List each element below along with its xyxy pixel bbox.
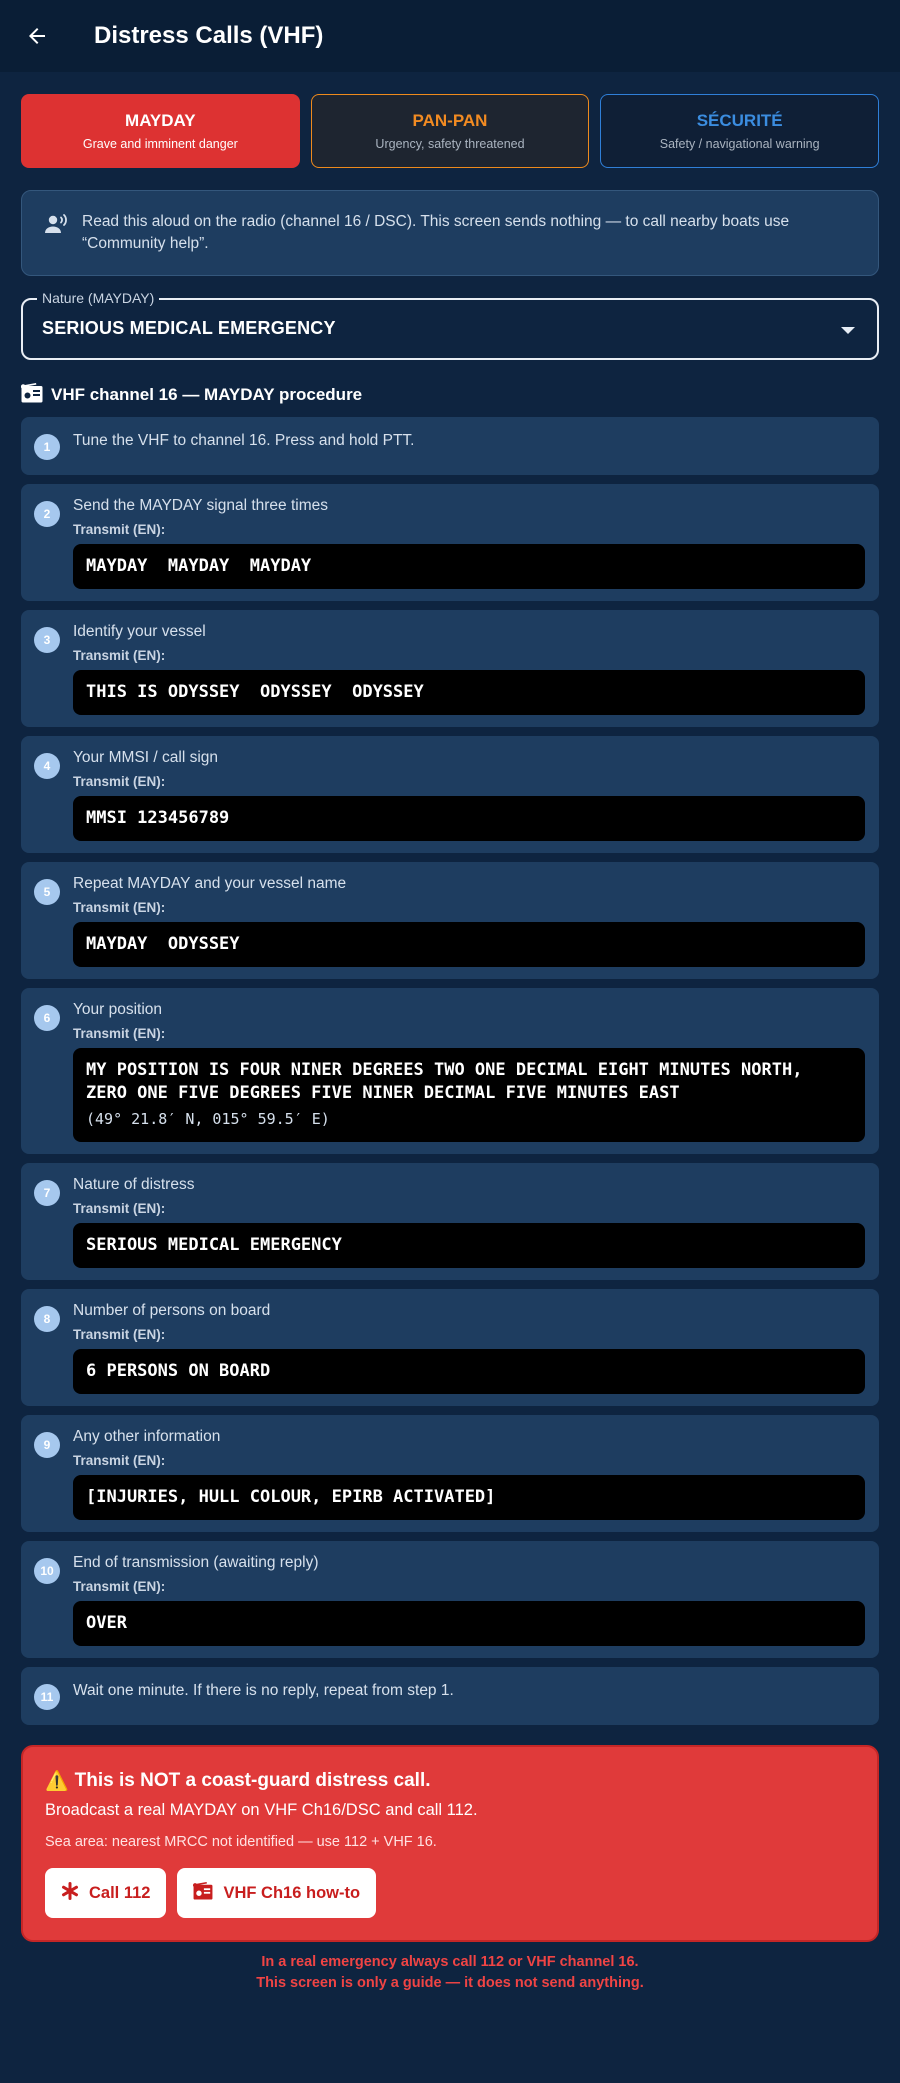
step-text: Number of persons on board — [73, 1302, 271, 1319]
securite-tab-subtitle: Safety / navigational warning — [659, 137, 820, 151]
transmit-label: Transmit (EN): — [73, 648, 166, 663]
procedure-steps: 1 Tune the VHF to channel 16. Press and … — [21, 417, 879, 1725]
step-card: 3 Identify your vessel Transmit (EN): TH… — [21, 610, 879, 727]
step-card: 4 Your MMSI / call sign Transmit (EN): M… — [21, 736, 879, 853]
step-text: Tune the VHF to channel 16. Press and ho… — [73, 432, 415, 449]
step-text: End of transmission (awaiting reply) — [73, 1554, 319, 1571]
step-number: 8 — [34, 1306, 60, 1332]
sea-area-text: Sea area: nearest MRCC not identified — … — [45, 1834, 437, 1850]
back-arrow-icon[interactable] — [22, 21, 52, 51]
mayday-tab-label: MAYDAY — [125, 111, 196, 130]
transmit-phrase: SERIOUS MEDICAL EMERGENCY — [73, 1223, 865, 1268]
transmit-label: Transmit (EN): — [73, 774, 166, 789]
step-text: Identify your vessel — [73, 623, 206, 640]
transmit-phrase: MMSI 123456789 — [73, 796, 865, 841]
position-phrase: MY POSITION IS FOUR NINER DEGREES TWO ON… — [86, 1060, 813, 1103]
transmit-label: Transmit (EN): — [73, 900, 166, 915]
transmit-label: Transmit (EN): — [73, 1026, 166, 1041]
step-number: 7 — [34, 1180, 60, 1206]
nature-dropdown-label: Nature (MAYDAY) — [37, 290, 160, 306]
step-number: 1 — [34, 434, 60, 460]
procedure-header: VHF channel 16 — MAYDAY procedure — [20, 382, 879, 408]
app-bar: Distress Calls (VHF) — [0, 0, 900, 72]
nature-dropdown[interactable]: Nature (MAYDAY) SERIOUS MEDICAL EMERGENC… — [21, 290, 879, 360]
step-number: 9 — [34, 1432, 60, 1458]
step-text: Nature of distress — [73, 1176, 195, 1193]
info-banner: Read this aloud on the radio (channel 16… — [21, 190, 879, 276]
transmit-phrase: MAYDAY MAYDAY MAYDAY — [73, 544, 865, 589]
step-text: Your position — [73, 1001, 163, 1018]
transmit-label: Transmit (EN): — [73, 522, 166, 537]
warning-alert: ⚠️ This is NOT a coast-guard distress ca… — [21, 1745, 879, 1942]
vhf-howto-button[interactable]: VHF Ch16 how-to — [177, 1868, 377, 1918]
asterisk-icon — [61, 1881, 79, 1905]
step-text: Send the MAYDAY signal three times — [73, 497, 329, 514]
alert-heading-text: This is NOT a coast-guard distress call. — [74, 1770, 431, 1791]
mayday-tab-subtitle: Grave and imminent danger — [82, 137, 238, 151]
transmit-phrase: 6 PERSONS ON BOARD — [73, 1349, 865, 1394]
chevron-down-icon — [841, 327, 855, 334]
pan-pan-tab[interactable]: PAN-PAN Urgency, safety threatened — [310, 94, 590, 168]
page-title: Distress Calls (VHF) — [94, 22, 324, 49]
transmit-label: Transmit (EN): — [73, 1201, 166, 1216]
step-card: 9 Any other information Transmit (EN): [… — [21, 1415, 879, 1532]
info-text: Read this aloud on the radio (channel 16… — [82, 213, 790, 252]
step-card: 1 Tune the VHF to channel 16. Press and … — [21, 417, 879, 475]
position-coordinates: (49° 21.8′ N, 015° 59.5′ E) — [86, 1110, 330, 1128]
call-112-button[interactable]: Call 112 — [45, 1868, 167, 1918]
step-card: 5 Repeat MAYDAY and your vessel name Tra… — [21, 862, 879, 979]
speaking-person-icon — [44, 213, 70, 240]
step-text: Wait one minute. If there is no reply, r… — [73, 1682, 454, 1699]
procedure-title: VHF channel 16 — MAYDAY procedure — [51, 385, 363, 404]
step-text: Your MMSI / call sign — [73, 749, 219, 766]
step-card: 10 End of transmission (awaiting reply) … — [21, 1541, 879, 1658]
step-number: 2 — [34, 501, 60, 527]
radio-icon — [193, 1881, 213, 1905]
footer-note: In a real emergency always call 112 or V… — [21, 1952, 879, 1994]
transmit-phrase: OVER — [73, 1601, 865, 1646]
step-number: 3 — [34, 627, 60, 653]
radio-icon — [20, 382, 43, 408]
step-text: Repeat MAYDAY and your vessel name — [73, 875, 347, 892]
step-text: Any other information — [73, 1428, 221, 1445]
alert-body: Broadcast a real MAYDAY on VHF Ch16/DSC … — [45, 1801, 478, 1819]
transmit-label: Transmit (EN): — [73, 1453, 166, 1468]
footer-line: This screen is only a guide — it does no… — [256, 1975, 644, 1991]
transmit-phrase: MY POSITION IS FOUR NINER DEGREES TWO ON… — [73, 1048, 865, 1142]
securite-tab-label: SÉCURITÉ — [696, 111, 783, 130]
step-card: 2 Send the MAYDAY signal three times Tra… — [21, 484, 879, 601]
call-112-label: Call 112 — [89, 1883, 151, 1902]
nature-dropdown-value: SERIOUS MEDICAL EMERGENCY — [42, 318, 336, 338]
footer-line: In a real emergency always call 112 or V… — [261, 1954, 639, 1970]
alert-heading: ⚠️ This is NOT a coast-guard distress ca… — [45, 1769, 855, 1793]
step-number: 6 — [34, 1005, 60, 1031]
step-number: 11 — [34, 1684, 60, 1710]
securite-tab[interactable]: SÉCURITÉ Safety / navigational warning — [600, 94, 880, 168]
step-number: 5 — [34, 879, 60, 905]
step-card: 11 Wait one minute. If there is no reply… — [21, 1667, 879, 1725]
step-number: 4 — [34, 753, 60, 779]
step-card: 8 Number of persons on board Transmit (E… — [21, 1289, 879, 1406]
transmit-label: Transmit (EN): — [73, 1579, 166, 1594]
pan-pan-tab-label: PAN-PAN — [412, 111, 488, 130]
warning-icon: ⚠️ — [45, 1771, 69, 1792]
step-card: 7 Nature of distress Transmit (EN): SERI… — [21, 1163, 879, 1280]
pan-pan-tab-subtitle: Urgency, safety threatened — [375, 137, 525, 151]
transmit-phrase: MAYDAY ODYSSEY — [73, 922, 865, 967]
transmit-label: Transmit (EN): — [73, 1327, 166, 1342]
call-type-selector: MAYDAY Grave and imminent danger PAN-PAN… — [21, 94, 880, 168]
step-number: 10 — [34, 1558, 60, 1584]
vhf-howto-label: VHF Ch16 how-to — [223, 1883, 361, 1902]
mayday-tab[interactable]: MAYDAY Grave and imminent danger — [21, 94, 300, 168]
transmit-phrase: THIS IS ODYSSEY ODYSSEY ODYSSEY — [73, 670, 865, 715]
step-card: 6 Your position Transmit (EN): MY POSITI… — [21, 988, 879, 1154]
transmit-phrase: [INJURIES, HULL COLOUR, EPIRB ACTIVATED] — [73, 1475, 865, 1520]
